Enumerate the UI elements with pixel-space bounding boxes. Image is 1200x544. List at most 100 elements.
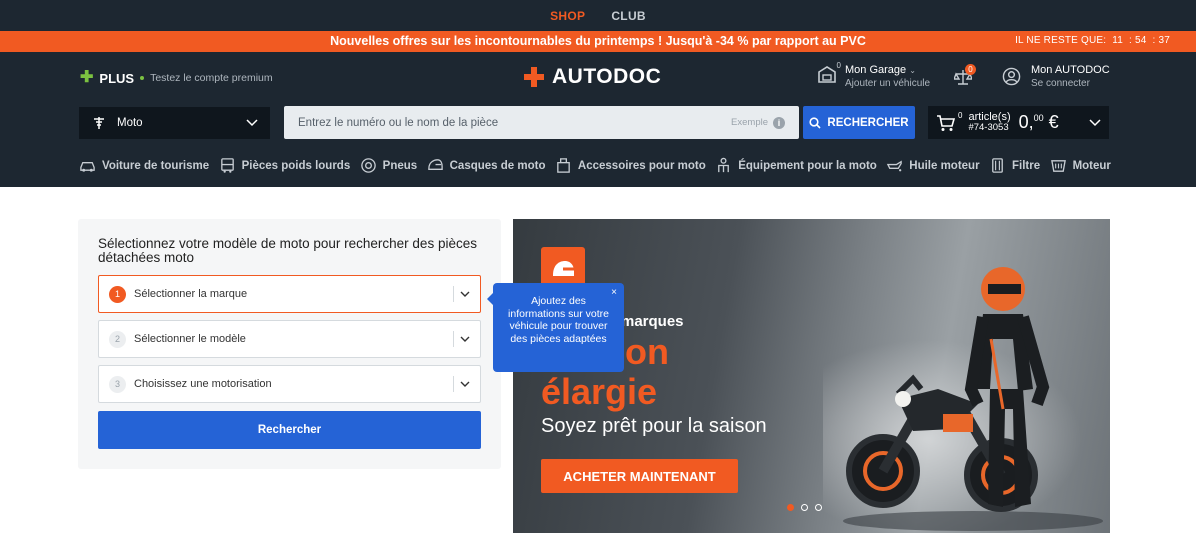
motorbike-icon	[94, 117, 104, 129]
accessories-icon	[557, 158, 570, 173]
my-garage[interactable]: 0 Mon Garage ⌄ Ajouter un véhicule	[817, 61, 931, 89]
nav-label: Pneus	[382, 159, 418, 172]
garage-icon: 0	[817, 61, 841, 84]
tooltip-text: Ajoutez des informations sur votre véhic…	[508, 295, 609, 345]
slider-dot-1[interactable]	[787, 504, 794, 511]
search-button[interactable]: RECHERCHER	[803, 106, 915, 139]
logo-text: AUTODOC	[552, 65, 662, 88]
nav-item-engine[interactable]: Moteur	[1050, 157, 1111, 174]
filter-icon	[992, 158, 1003, 173]
site-logo[interactable]: AUTODOC	[524, 65, 661, 89]
nav-label: Voiture de tourisme	[102, 159, 210, 172]
compare-button[interactable]: 0	[952, 64, 976, 91]
nav-label: Casques de moto	[449, 159, 546, 172]
nav-label: Pièces poids lourds	[241, 159, 351, 172]
search-button-label: RECHERCHER	[827, 116, 909, 129]
search-icon	[809, 116, 821, 129]
motorcycle-rider-image	[843, 267, 1103, 531]
my-account[interactable]: Mon AUTODOC Se connecter	[1002, 64, 1110, 89]
plus-promo[interactable]: ✚ PLUS Testez le compte premium	[80, 70, 273, 86]
chevron-down-icon	[460, 291, 470, 297]
nav-item-tires[interactable]: Pneus	[360, 157, 418, 174]
close-icon[interactable]: ×	[611, 287, 617, 299]
brand-select-label: Sélectionner la marque	[134, 288, 248, 300]
nav-label: Filtre	[1012, 159, 1041, 172]
model-select-label: Sélectionner le modèle	[134, 333, 246, 345]
nav-label: Huile moteur	[909, 159, 980, 172]
tire-icon	[360, 158, 376, 173]
search-input[interactable]: Entrez le numéro ou le nom de la pièce E…	[284, 106, 799, 139]
helmet-icon	[427, 159, 443, 170]
cart-button[interactable]: 0 article(s) #74-3053 0,00 €	[928, 106, 1109, 139]
user-icon	[1002, 67, 1021, 86]
nav-item-equipment[interactable]: Équipement pour la moto	[715, 157, 877, 174]
step-number: 3	[109, 375, 126, 393]
selector-title: Sélectionnez votre modèle de moto pour r…	[98, 236, 477, 265]
search-example[interactable]: Exemple i	[731, 116, 785, 129]
brand-select[interactable]: 1 Sélectionner la marque	[98, 275, 481, 313]
plus-icon: ✚	[80, 69, 94, 86]
tab-shop[interactable]: SHOP	[550, 9, 585, 23]
car-icon	[80, 162, 95, 172]
hero-banner[interactable]: marques ction élargie Soyez prêt pour la…	[513, 219, 1110, 533]
nav-item-filter[interactable]: Filtre	[989, 157, 1040, 174]
compare-count: 0	[965, 64, 976, 75]
nav-label: Accessoires pour moto	[577, 159, 706, 172]
price-currency: €	[1048, 112, 1059, 132]
price-dec: 00	[1033, 113, 1044, 123]
nav-item-car[interactable]: Voiture de tourisme	[79, 157, 209, 174]
slider-dot-3[interactable]	[815, 504, 822, 511]
tab-club[interactable]: CLUB	[611, 9, 646, 23]
rider-icon	[718, 157, 730, 173]
nav-item-oil[interactable]: Huile moteur	[886, 157, 980, 174]
dot-icon	[140, 76, 145, 80]
nav-label: Moteur	[1072, 159, 1111, 172]
step-number: 1	[109, 285, 126, 303]
nav-item-accessories[interactable]: Accessoires pour moto	[555, 157, 706, 174]
account-title: Mon AUTODOC	[1031, 64, 1110, 76]
truck-icon	[220, 158, 234, 173]
cart-price: 0,00 €	[1019, 112, 1059, 133]
info-icon: i	[773, 116, 785, 129]
slider-dots	[787, 504, 822, 511]
chevron-down-icon	[1089, 118, 1101, 126]
chevron-down-icon: ⌄	[909, 66, 916, 75]
timer-hours: 11	[1112, 35, 1124, 46]
plus-sub: Testez le compte premium	[150, 72, 273, 84]
category-nav: Voiture de tourisme Pièces poids lourds …	[79, 157, 1111, 174]
top-switch-bar: SHOP CLUB	[0, 0, 1196, 31]
chevron-down-icon	[246, 119, 258, 127]
timer-minutes: : 54	[1129, 35, 1147, 46]
engine-select-label: Choisissez une motorisation	[134, 378, 272, 390]
banner-line-3: élargie	[541, 371, 658, 412]
account-sub: Se connecter	[1031, 78, 1090, 89]
price-int: 0,	[1018, 112, 1034, 132]
nav-item-helmets[interactable]: Casques de moto	[427, 157, 546, 174]
model-select[interactable]: 2 Sélectionner le modèle	[98, 320, 481, 358]
chevron-down-icon	[460, 381, 470, 387]
slider-dot-2[interactable]	[801, 504, 808, 511]
garage-sub: Ajouter un véhicule	[845, 78, 931, 89]
nav-item-truck[interactable]: Pièces poids lourds	[219, 157, 351, 174]
garage-count: 0	[836, 61, 841, 70]
countdown-timer: IL NE RESTE QUE: 11 : 54 : 37	[1015, 35, 1170, 46]
step-number: 2	[109, 330, 126, 348]
vehicle-type-label: Moto	[117, 117, 143, 129]
banner-line-1: marques	[621, 313, 684, 330]
timer-label: IL NE RESTE QUE:	[1015, 35, 1107, 46]
selector-search-button[interactable]: Rechercher	[98, 411, 481, 449]
promo-banner[interactable]: Nouvelles offres sur les incontournables…	[0, 31, 1196, 52]
vehicle-hint-tooltip: × Ajoutez des informations sur votre véh…	[487, 283, 624, 372]
cart-icon	[937, 114, 956, 131]
search-placeholder: Entrez le numéro ou le nom de la pièce	[298, 116, 499, 129]
buy-now-button[interactable]: ACHETER MAINTENANT	[541, 459, 738, 493]
banner-line-4: Soyez prêt pour la saison	[541, 415, 767, 437]
vehicle-type-select[interactable]: Moto	[79, 107, 270, 139]
engine-select[interactable]: 3 Choisissez une motorisation	[98, 365, 481, 403]
chevron-down-icon	[460, 336, 470, 342]
vehicle-selector-panel: Sélectionnez votre modèle de moto pour r…	[78, 219, 501, 469]
nav-label: Équipement pour la moto	[738, 159, 877, 172]
cart-ref: #74-3053	[968, 122, 1009, 134]
garage-title: Mon Garage	[845, 64, 907, 76]
example-label: Exemple	[731, 117, 768, 128]
